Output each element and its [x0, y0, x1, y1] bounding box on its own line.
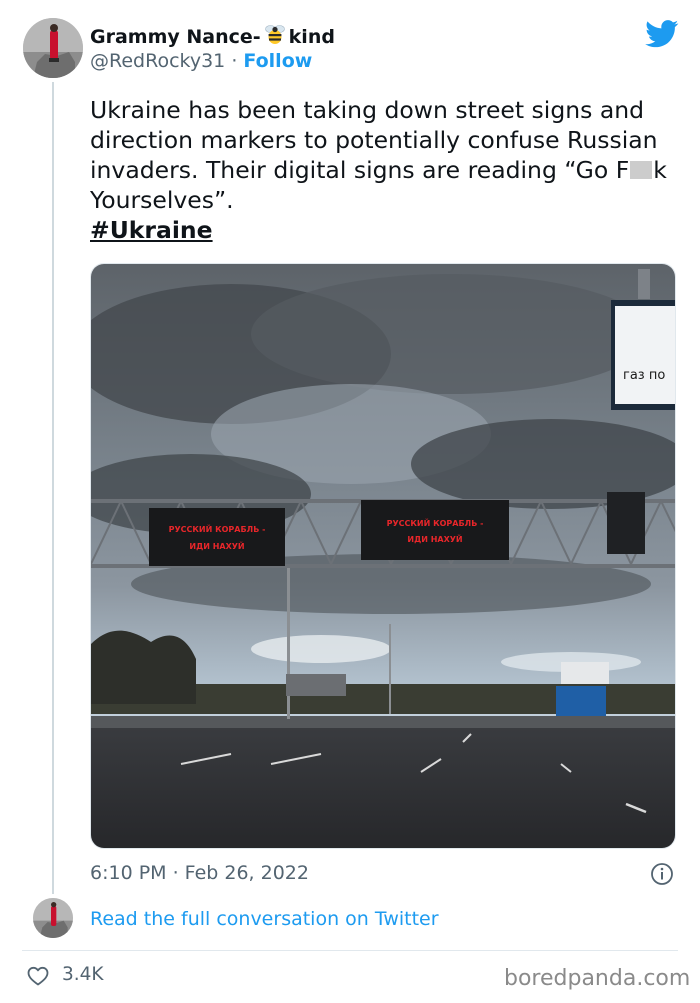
thread-line — [52, 82, 54, 894]
heart-icon[interactable] — [26, 964, 50, 988]
follow-button[interactable]: Follow — [243, 50, 312, 72]
billboard-text: газ по — [623, 368, 665, 383]
separator: · — [231, 50, 238, 72]
user-handle[interactable]: @RedRocky31 — [90, 50, 225, 72]
display-name-suffix: kind — [288, 25, 335, 48]
display-name[interactable]: Grammy Nance- kind — [90, 22, 335, 51]
divider — [22, 950, 678, 951]
sign-left-line1: РУССКИЙ КОРАБЛЬ - — [169, 523, 266, 534]
censor-bar — [630, 161, 653, 179]
sign-right-line2: ИДИ НАХУЙ — [407, 533, 462, 544]
tweet-photo[interactable]: РУССКИЙ КОРАБЛЬ - ИДИ НАХУЙ РУССКИЙ КОРА… — [90, 263, 676, 849]
tweet-text-part1: Ukraine has been taking down street sign… — [90, 96, 658, 184]
watermark: boredpanda.com — [504, 966, 691, 991]
sign-left-line2: ИДИ НАХУЙ — [189, 540, 244, 551]
like-count: 3.4K — [62, 964, 104, 985]
avatar[interactable] — [23, 18, 83, 78]
handle-row: @RedRocky31 · Follow — [90, 50, 312, 72]
twitter-bird-icon[interactable] — [645, 20, 679, 48]
avatar-small[interactable] — [33, 898, 73, 938]
read-conversation-link[interactable]: Read the full conversation on Twitter — [90, 908, 439, 930]
bee-icon — [263, 22, 287, 51]
tweet-timestamp[interactable]: 6:10 PM · Feb 26, 2022 — [90, 862, 309, 884]
tweet-card: Grammy Nance- kind @RedRocky31 · Follow … — [0, 0, 700, 1003]
info-icon[interactable] — [650, 862, 674, 886]
display-name-text: Grammy Nance- — [90, 25, 261, 48]
tweet-text: Ukraine has been taking down street sign… — [90, 95, 680, 215]
sign-right-line1: РУССКИЙ КОРАБЛЬ - — [387, 517, 484, 528]
hashtag-link[interactable]: #Ukraine — [90, 216, 213, 244]
